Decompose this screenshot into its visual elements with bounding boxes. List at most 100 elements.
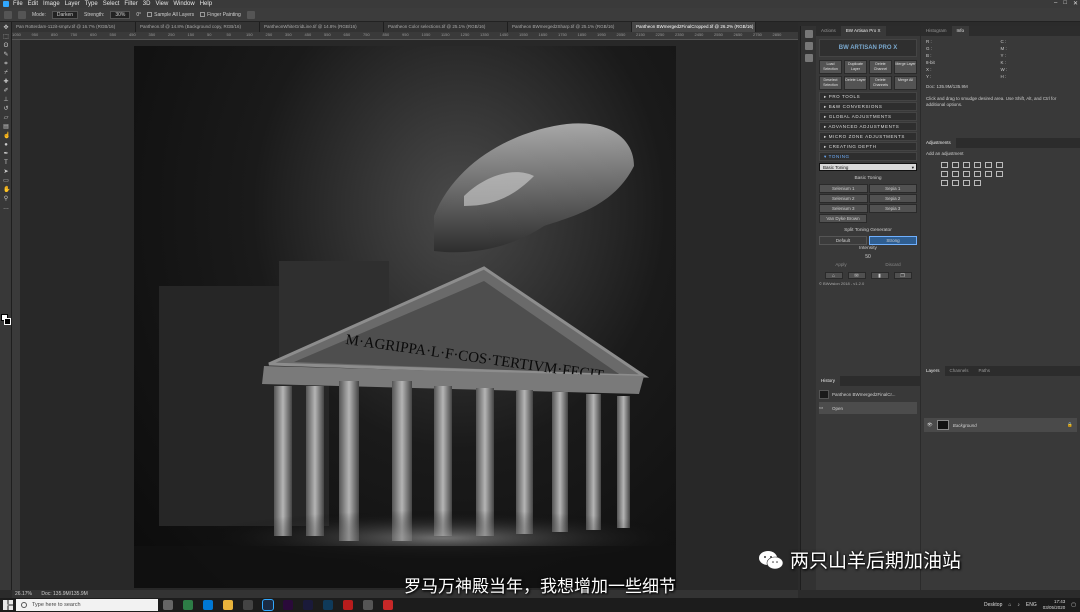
tab-bw-artisan[interactable]: BW Artisan Pro X bbox=[840, 26, 886, 36]
stamp-tool-icon[interactable]: ⊥ bbox=[3, 97, 9, 103]
file-explorer-icon[interactable] bbox=[223, 600, 233, 610]
bridge-icon[interactable] bbox=[303, 600, 313, 610]
menu-file[interactable]: File bbox=[13, 1, 23, 7]
notifications-icon[interactable]: ▢ bbox=[1071, 602, 1076, 608]
tab-adjustments[interactable]: Adjustments bbox=[921, 138, 956, 148]
crop-tool-icon[interactable]: ⌗ bbox=[3, 61, 9, 67]
photoshop-taskbar-icon[interactable] bbox=[262, 599, 274, 611]
menu-help[interactable]: Help bbox=[200, 1, 212, 7]
posterize-icon[interactable] bbox=[941, 180, 948, 186]
delete-channels-button[interactable]: Delete Channels bbox=[869, 76, 892, 90]
hand-tool-icon[interactable]: ✋ bbox=[3, 187, 10, 193]
tab-layers[interactable]: Layers bbox=[921, 366, 945, 376]
deselect-button[interactable]: Deselect Selection bbox=[819, 76, 842, 90]
store-icon[interactable] bbox=[243, 600, 253, 610]
section-advanced-adjustments[interactable]: ▸ ADVANCED ADJUSTMENTS bbox=[819, 122, 917, 131]
swatches-panel-icon[interactable] bbox=[804, 42, 813, 50]
more-tools-icon[interactable]: … bbox=[3, 205, 9, 211]
acrobat-icon[interactable] bbox=[383, 600, 393, 610]
gradient-tool-icon[interactable]: ▤ bbox=[3, 124, 9, 130]
eraser-tool-icon[interactable]: ▱ bbox=[3, 115, 9, 121]
levels-icon[interactable] bbox=[952, 162, 959, 168]
background-color-swatch[interactable] bbox=[4, 318, 11, 325]
mail-icon[interactable]: ✉ bbox=[847, 272, 866, 279]
invert-icon[interactable] bbox=[996, 171, 1003, 177]
document-icon[interactable]: ▮ bbox=[870, 272, 889, 279]
tab-actions[interactable]: Actions bbox=[816, 26, 841, 36]
strong-button[interactable]: Strong bbox=[869, 236, 917, 245]
tab-channels[interactable]: Channels bbox=[945, 366, 974, 376]
doc-tab[interactable]: Pan Rotterdam-112it-smptv.tif @ 16.7% (R… bbox=[12, 22, 136, 32]
volume-icon[interactable]: ♪ bbox=[1017, 602, 1020, 608]
doc-tab[interactable]: PantheonWhiteGridLine.tif @ 14.8% (RGB/1… bbox=[260, 22, 384, 32]
selenium-2-button[interactable]: Selenium 2 bbox=[819, 194, 868, 203]
menu-3d[interactable]: 3D bbox=[143, 1, 151, 7]
history-state[interactable]: ▭ Open bbox=[819, 402, 917, 414]
windows-start-icon[interactable] bbox=[3, 600, 13, 610]
menu-image[interactable]: Image bbox=[43, 1, 60, 7]
lightroom-icon[interactable] bbox=[323, 600, 333, 610]
pen-tool-icon[interactable]: ✒ bbox=[3, 151, 9, 157]
section-global-adjustments[interactable]: ▸ GLOBAL ADJUSTMENTS bbox=[819, 112, 917, 121]
hsl-icon[interactable] bbox=[996, 162, 1003, 168]
merge-layer-button[interactable]: Merge Layer bbox=[894, 60, 917, 74]
clock[interactable]: 17:43 03/05/2020 bbox=[1043, 599, 1066, 611]
mode-select[interactable]: Darken bbox=[51, 10, 79, 19]
move-tool-icon[interactable]: ✥ bbox=[3, 25, 9, 31]
shape-tool-icon[interactable]: ▭ bbox=[3, 178, 9, 184]
intensity-value[interactable]: 50 bbox=[816, 254, 920, 260]
selenium-1-button[interactable]: Selenium 1 bbox=[819, 184, 868, 193]
history-snapshot[interactable]: Pantheon BWmerged2FinalCr... bbox=[819, 388, 917, 400]
visibility-eye-icon[interactable]: 👁 bbox=[927, 422, 933, 428]
app-icon[interactable] bbox=[363, 600, 373, 610]
desktop-label[interactable]: Desktop bbox=[984, 602, 1002, 608]
merge-all-button[interactable]: Merge All bbox=[894, 76, 917, 90]
brush-preset-icon[interactable] bbox=[18, 10, 26, 19]
doc-tab[interactable]: Pantheon BWmerged2Sharp.tif @ 25.1% (RGB… bbox=[508, 22, 632, 32]
menu-filter[interactable]: Filter bbox=[124, 1, 137, 7]
home-icon[interactable]: ⌂ bbox=[824, 272, 843, 279]
tab-info[interactable]: Info bbox=[951, 26, 970, 36]
history-brush-tool-icon[interactable]: ↺ bbox=[3, 106, 9, 112]
strength-input[interactable]: 30% bbox=[110, 10, 131, 19]
section-creating-depth[interactable]: ▸ CREATING DEPTH bbox=[819, 142, 917, 151]
smudge-tool-icon[interactable]: ☝ bbox=[3, 133, 10, 139]
marquee-tool-icon[interactable]: ⬚ bbox=[3, 34, 9, 40]
default-button[interactable]: Default bbox=[819, 236, 867, 245]
brightness-icon[interactable] bbox=[941, 162, 948, 168]
task-view-icon[interactable] bbox=[163, 600, 173, 610]
tab-history[interactable]: History bbox=[816, 376, 841, 386]
brush-tool-icon[interactable]: ✐ bbox=[3, 88, 9, 94]
netflix-icon[interactable] bbox=[343, 600, 353, 610]
doc-tab[interactable]: Pantheon.tif @ 14.8% (Background copy, R… bbox=[136, 22, 260, 32]
type-tool-icon[interactable]: T bbox=[3, 160, 9, 166]
sepia-2-button[interactable]: Sepia 2 bbox=[868, 194, 917, 203]
doc-tab-active[interactable]: Pantheon BWmerged2FinalCropped.tif @ 26.… bbox=[632, 22, 756, 32]
menu-layer[interactable]: Layer bbox=[65, 1, 80, 7]
language-indicator[interactable]: ENG bbox=[1026, 602, 1037, 608]
section-micro-zone[interactable]: ▸ MICRO ZONE ADJUSTMENTS bbox=[819, 132, 917, 141]
exposure-icon[interactable] bbox=[974, 162, 981, 168]
channel-mixer-icon[interactable] bbox=[974, 171, 981, 177]
apply-button[interactable]: Apply bbox=[835, 262, 846, 267]
discard-button[interactable]: Discard bbox=[885, 262, 900, 267]
vibrance-icon[interactable] bbox=[985, 162, 992, 168]
doc-tab[interactable]: Pantheon Color selections.tif @ 25.1% (R… bbox=[384, 22, 508, 32]
duplicate-layer-button[interactable]: Duplicate Layer bbox=[844, 60, 867, 74]
bw-icon[interactable] bbox=[952, 171, 959, 177]
eyedropper-tool-icon[interactable]: ⌿ bbox=[3, 70, 9, 76]
quick-select-tool-icon[interactable]: ✎ bbox=[3, 52, 9, 58]
color-lookup-icon[interactable] bbox=[985, 171, 992, 177]
delete-channel-button[interactable]: Delete Channel bbox=[869, 60, 892, 74]
section-pro-tools[interactable]: ▸ PRO TOOLS bbox=[819, 92, 917, 101]
close-icon[interactable]: ✕ bbox=[1073, 0, 1078, 8]
sepia-3-button[interactable]: Sepia 3 bbox=[868, 204, 917, 213]
van-dyke-brown-button[interactable]: Van Dyke Brown bbox=[819, 214, 867, 223]
actions-panel-icon[interactable] bbox=[804, 30, 813, 38]
dodge-tool-icon[interactable]: ● bbox=[3, 142, 9, 148]
photo-filter-icon[interactable] bbox=[963, 171, 970, 177]
copy-icon[interactable]: ❐ bbox=[893, 272, 912, 279]
maximize-icon[interactable]: □ bbox=[1063, 0, 1067, 8]
angle-input[interactable]: 0° bbox=[136, 12, 141, 18]
chrome-icon[interactable] bbox=[183, 600, 193, 610]
